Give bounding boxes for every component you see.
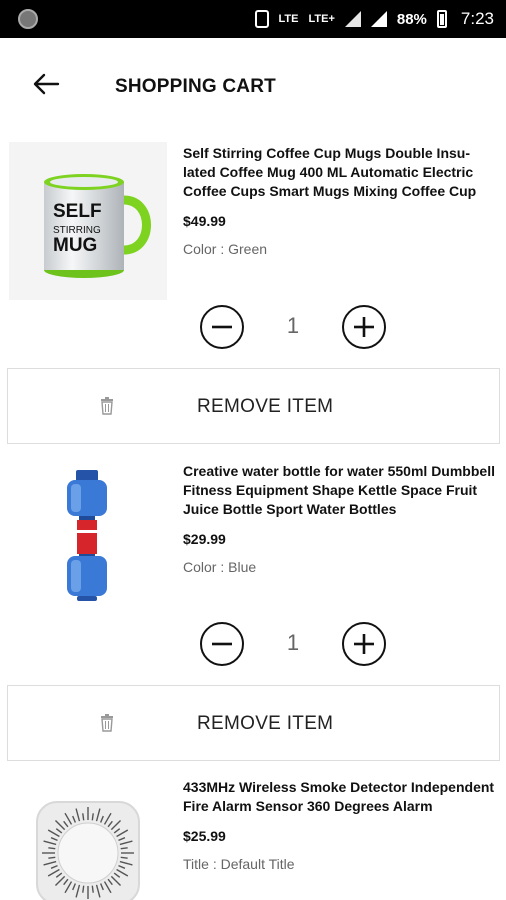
quantity-stepper: 1 <box>0 305 506 353</box>
plus-icon <box>354 634 374 654</box>
decrease-quantity-button[interactable] <box>200 622 244 666</box>
product-image[interactable] <box>9 458 167 616</box>
clock: 7:23 <box>460 9 494 28</box>
network-label-lte-plus: LTE+ <box>308 13 335 25</box>
arrow-left-icon <box>33 73 60 95</box>
minus-icon <box>212 325 232 329</box>
increase-quantity-button[interactable] <box>342 305 386 349</box>
product-info: Self Stirring Coffee Cup Mugs Double Ins… <box>183 144 498 257</box>
quantity-value: 1 <box>286 313 300 338</box>
signal-icon <box>344 11 361 27</box>
svg-text:MUG: MUG <box>53 235 97 256</box>
status-indicators: LTE LTE+ 88% 7:23 <box>254 0 494 38</box>
product-info: Creative water bottle for water 550ml Du… <box>183 462 498 575</box>
product-variant: Color : Blue <box>183 559 257 575</box>
product-price: $25.99 <box>183 828 226 844</box>
product-price: $49.99 <box>183 213 226 229</box>
product-image[interactable] <box>9 776 167 900</box>
remove-item-label: REMOVE ITEM <box>197 713 334 734</box>
plus-icon <box>354 317 374 337</box>
remove-item-label: REMOVE ITEM <box>197 396 334 417</box>
page-title: SHOPPING CART <box>115 76 276 97</box>
app-bar: SHOPPING CART <box>0 38 506 134</box>
product-name[interactable]: Creative water bottle for water 550ml Du… <box>183 462 498 519</box>
quantity-stepper: 1 <box>0 622 506 670</box>
battery-percent: 88% <box>396 10 427 28</box>
product-price: $29.99 <box>183 531 226 547</box>
minus-icon <box>212 642 232 646</box>
trash-icon <box>101 714 113 732</box>
quantity-value: 1 <box>286 630 300 655</box>
product-variant: Title : Default Title <box>183 856 295 872</box>
product-name[interactable]: Self Stirring Coffee Cup Mugs Double Ins… <box>183 144 498 201</box>
product-info: 433MHz Wireless Smoke Detector Independe… <box>183 778 498 872</box>
decrease-quantity-button[interactable] <box>200 305 244 349</box>
signal-icon-2 <box>370 11 387 27</box>
product-image[interactable]: SELF STIRRING MUG <box>9 142 167 300</box>
product-variant: Color : Green <box>183 241 268 257</box>
remove-item-button[interactable]: REMOVE ITEM <box>7 368 500 444</box>
back-button[interactable] <box>28 66 64 102</box>
network-label-lte: LTE <box>278 13 299 25</box>
battery-icon <box>436 10 447 28</box>
product-name[interactable]: 433MHz Wireless Smoke Detector Independe… <box>183 778 498 816</box>
svg-text:SELF: SELF <box>53 201 102 222</box>
trash-icon <box>101 397 113 415</box>
remove-item-button[interactable]: REMOVE ITEM <box>7 685 500 761</box>
notification-icon <box>18 9 38 29</box>
vibrate-icon <box>254 10 269 28</box>
increase-quantity-button[interactable] <box>342 622 386 666</box>
status-bar: LTE LTE+ 88% 7:23 <box>0 0 506 38</box>
